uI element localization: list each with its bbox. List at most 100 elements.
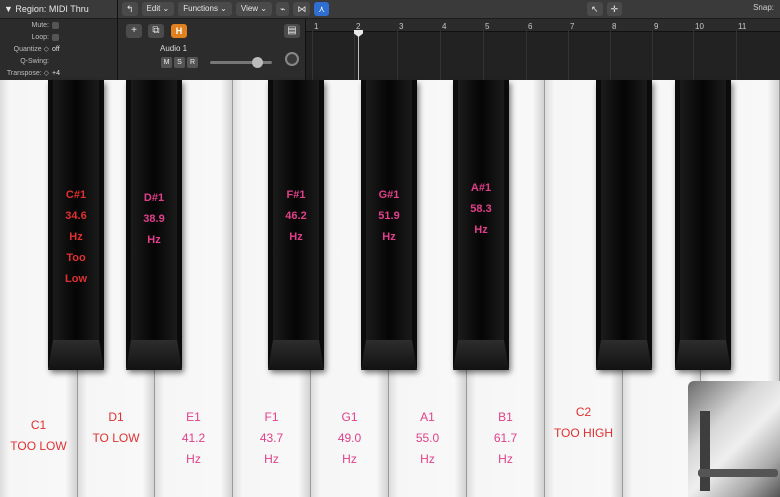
transpose-value[interactable]: +4 <box>52 70 60 77</box>
midi-in-icon[interactable]: ⌁ <box>276 2 290 16</box>
ruler-bar-number[interactable]: 10 <box>695 22 704 31</box>
link-icon[interactable]: ⋏ <box>314 2 330 16</box>
black-key-label-line: Too <box>66 252 86 264</box>
ruler-bar-number[interactable]: 11 <box>738 22 746 31</box>
black-key-label-line: 58.3 <box>470 203 492 215</box>
white-key-label-line: Hz <box>264 452 279 466</box>
ruler-bar-number[interactable]: 6 <box>528 22 532 31</box>
black-key[interactable]: A#1 58.3 Hz <box>453 80 509 370</box>
black-key-bevel <box>361 340 417 370</box>
back-icon[interactable]: ↰ <box>122 2 138 16</box>
black-key-label-line: A#1 <box>470 182 492 194</box>
black-key-label-line: C#1 <box>65 189 87 201</box>
ruler-bar-number[interactable]: 2 <box>356 22 360 31</box>
transpose-row[interactable]: Transpose: ◇ +4 <box>0 67 117 79</box>
ruler-gridline <box>354 30 355 80</box>
black-key-bevel <box>48 340 104 370</box>
track-header: + ⧉ H ▤ Audio 1 M S R <box>118 19 306 80</box>
add-track-button[interactable]: + <box>126 24 142 38</box>
black-key-label-line: D#1 <box>143 192 165 204</box>
track-name: Audio 1 <box>160 44 188 53</box>
white-key-label-line: TO LOW <box>92 431 140 445</box>
white-key-label: B1 61.7 Hz <box>467 407 544 470</box>
black-key[interactable]: G#1 51.9 Hz <box>361 80 417 370</box>
white-key-label-line: 43.7 <box>259 431 284 445</box>
white-key-label: F1 43.7 Hz <box>233 407 310 470</box>
ruler-bar-number[interactable]: 5 <box>485 22 489 31</box>
loop-checkbox[interactable] <box>52 33 59 41</box>
black-key-label: A#1 58.3 Hz <box>453 178 509 241</box>
volume-slider-handle[interactable] <box>252 57 263 68</box>
white-key-label: G1 49.0 Hz <box>311 407 388 470</box>
crosshair-tool-icon[interactable]: ✛ <box>606 2 623 16</box>
track-list-icon[interactable]: ▤ <box>284 24 300 38</box>
mute-row[interactable]: Mute: <box>0 19 117 31</box>
black-key[interactable] <box>596 80 652 370</box>
black-key-label-line: G#1 <box>378 189 400 201</box>
ruler-bar-number[interactable]: 9 <box>654 22 658 31</box>
white-key-label-line: E1 <box>186 410 201 424</box>
ruler-gridline <box>312 30 313 80</box>
white-key-label-line: Hz <box>498 452 513 466</box>
white-key-label-line: A1 <box>420 410 435 424</box>
quantize-value[interactable]: off <box>52 46 60 53</box>
record-button[interactable]: R <box>187 57 198 68</box>
playhead[interactable] <box>358 32 359 80</box>
white-key-label-line: Hz <box>342 452 357 466</box>
ruler-band[interactable] <box>306 19 780 32</box>
black-key-label-line: 51.9 <box>378 210 400 222</box>
mute-checkbox[interactable] <box>52 21 59 29</box>
ruler-bar-number[interactable]: 1 <box>314 22 318 31</box>
ruler-bar-number[interactable]: 4 <box>442 22 446 31</box>
black-key-label: G#1 51.9 Hz <box>361 185 417 248</box>
pointer-tool-icon[interactable]: ↖ <box>587 2 603 16</box>
loop-label: Loop: <box>31 33 49 41</box>
catch-icon[interactable]: ⋈ <box>293 2 311 16</box>
black-key-label-line: Hz <box>382 231 396 243</box>
black-key-label-line: 38.9 <box>143 213 165 225</box>
black-key[interactable]: D#1 38.9 Hz <box>126 80 182 370</box>
white-key-label: E1 41.2 Hz <box>155 407 232 470</box>
white-key-label-line: D1 <box>108 410 124 424</box>
black-key-face <box>680 80 726 340</box>
quantize-row[interactable]: Quantize ◇ off <box>0 43 117 55</box>
loop-row[interactable]: Loop: <box>0 31 117 43</box>
black-key-face <box>601 80 647 340</box>
webcam-post <box>700 411 710 491</box>
black-key[interactable] <box>675 80 731 370</box>
white-key-label-line: Hz <box>420 452 435 466</box>
snap-label[interactable]: Snap: <box>753 3 774 12</box>
solo-button[interactable]: S <box>174 57 185 68</box>
hide-button[interactable]: H <box>171 24 187 38</box>
ruler-bar-number[interactable]: 8 <box>612 22 616 31</box>
black-key[interactable]: F#1 46.2 Hz <box>268 80 324 370</box>
ruler-gridline <box>568 30 569 80</box>
functions-menu[interactable]: Functions ⌄ <box>178 2 232 16</box>
white-key-label: C2 TOO HIGH <box>545 402 622 444</box>
region-header[interactable]: ▼ Region: MIDI Thru <box>0 0 117 19</box>
timeline-ruler[interactable]: 1 2 3 4 5 6 7 8 9 10 11 <box>306 19 780 80</box>
black-key-label-line: Hz <box>147 234 161 246</box>
piano-keyboard: C1 TOO LOW D1 TO LOW E1 41.2 Hz F1 43.7 Hz G1 49.0 H… <box>0 80 780 497</box>
mute-button[interactable]: M <box>161 57 172 68</box>
ruler-gridline <box>693 30 694 80</box>
white-key-label-line: B1 <box>498 410 513 424</box>
black-key[interactable]: C#1 34.6 Hz Too Low <box>48 80 104 370</box>
black-key-label-line: Hz <box>289 231 303 243</box>
black-key-label: F#1 46.2 Hz <box>268 185 324 248</box>
black-key-bevel <box>268 340 324 370</box>
qswing-row[interactable]: Q-Swing: <box>0 55 117 67</box>
ruler-bar-number[interactable]: 7 <box>570 22 574 31</box>
view-menu[interactable]: View ⌄ <box>235 2 272 16</box>
ruler-bar-number[interactable]: 3 <box>399 22 403 31</box>
pan-knob[interactable] <box>285 52 299 66</box>
playhead-handle[interactable] <box>354 30 363 37</box>
duplicate-track-icon[interactable]: ⧉ <box>148 24 164 38</box>
edit-menu[interactable]: Edit ⌄ <box>141 2 175 16</box>
ruler-gridline <box>610 30 611 80</box>
white-key-label: A1 55.0 Hz <box>389 407 466 470</box>
white-key-label-line: TOO LOW <box>10 439 67 453</box>
white-key-label-line: 61.7 <box>493 431 518 445</box>
black-key-label: C#1 34.6 Hz Too Low <box>48 185 104 290</box>
ruler-gridline <box>526 30 527 80</box>
